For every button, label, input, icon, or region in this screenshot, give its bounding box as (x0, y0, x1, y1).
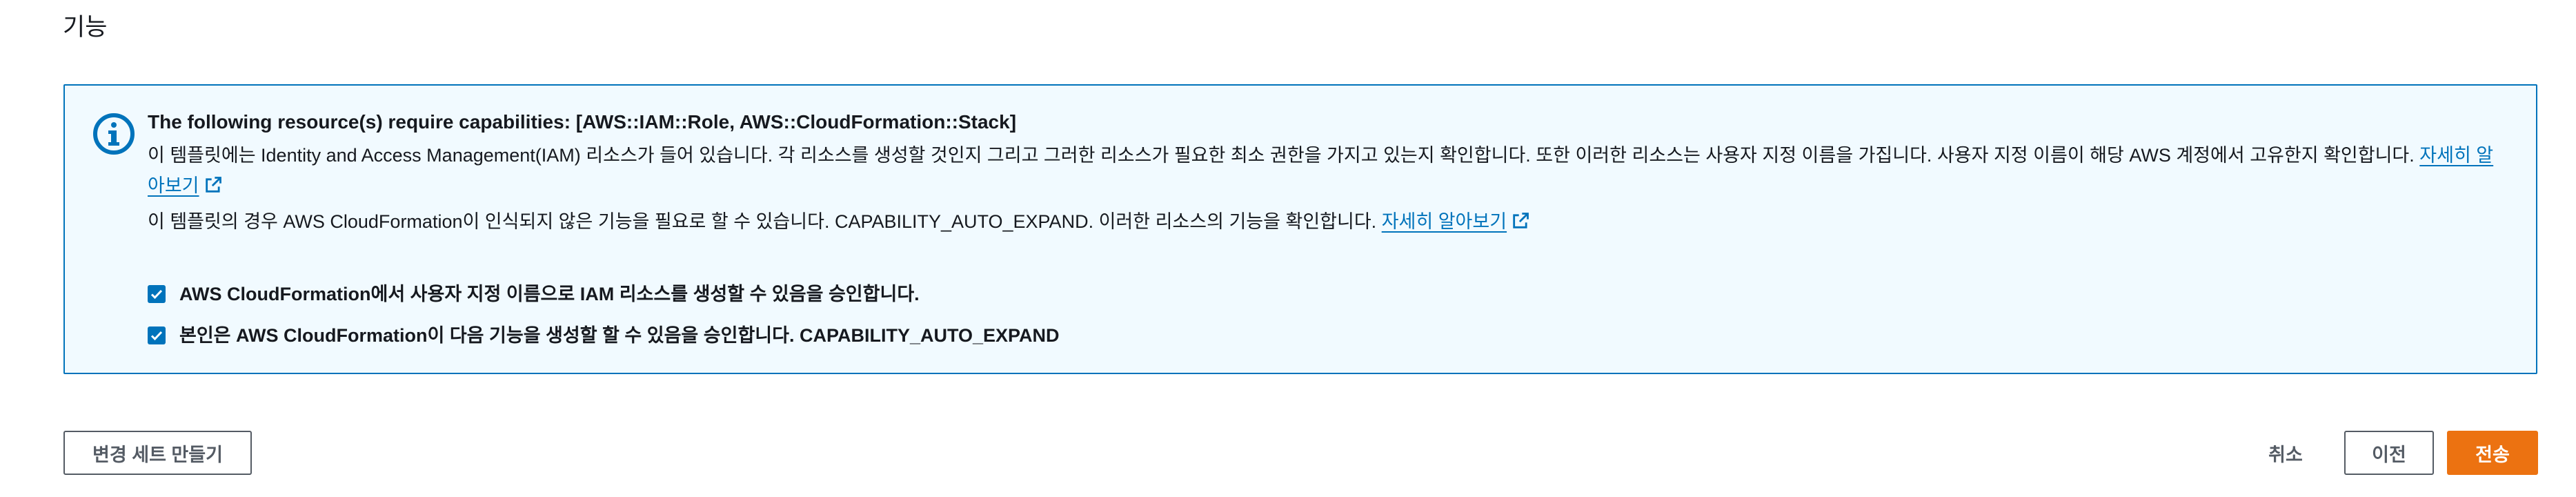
ack-auto-expand-label: 본인은 AWS CloudFormation이 다음 기능을 생성할 할 수 있… (179, 325, 1060, 346)
ack-iam-label: AWS CloudFormation에서 사용자 지정 이름으로 IAM 리소스… (179, 284, 920, 304)
info-icon (93, 113, 135, 155)
submit-button[interactable]: 전송 (2447, 431, 2538, 475)
iam-notice: 이 템플릿에는 Identity and Access Management(I… (148, 140, 2507, 201)
check-icon (150, 289, 163, 300)
iam-notice-text: 이 템플릿에는 Identity and Access Management(I… (148, 145, 2420, 166)
section-title: 기능 (63, 14, 108, 41)
previous-button[interactable]: 이전 (2344, 431, 2434, 475)
ack-auto-expand-checkbox[interactable] (148, 327, 166, 344)
ack-iam-row[interactable]: AWS CloudFormation에서 사용자 지정 이름으로 IAM 리소스… (148, 280, 920, 308)
ack-iam-checkbox[interactable] (148, 285, 166, 303)
learn-more-link-auto-expand[interactable]: 자세히 알아보기 (1382, 211, 1530, 232)
capabilities-page: 기능 The following resource(s) require cap… (0, 0, 2576, 497)
create-change-set-button[interactable]: 변경 세트 만들기 (63, 431, 252, 475)
cancel-button[interactable]: 취소 (2253, 431, 2318, 475)
external-link-icon (1513, 213, 1529, 228)
external-link-icon (205, 177, 221, 193)
alert-content: The following resource(s) require capabi… (148, 108, 2507, 237)
alert-heading: The following resource(s) require capabi… (148, 111, 1017, 133)
check-icon (150, 331, 163, 341)
auto-expand-notice-text: 이 템플릿의 경우 AWS CloudFormation이 인식되지 않은 기능… (148, 211, 1382, 232)
auto-expand-notice: 이 템플릿의 경우 AWS CloudFormation이 인식되지 않은 기능… (148, 206, 2507, 237)
ack-auto-expand-row[interactable]: 본인은 AWS CloudFormation이 다음 기능을 생성할 할 수 있… (148, 322, 1060, 349)
